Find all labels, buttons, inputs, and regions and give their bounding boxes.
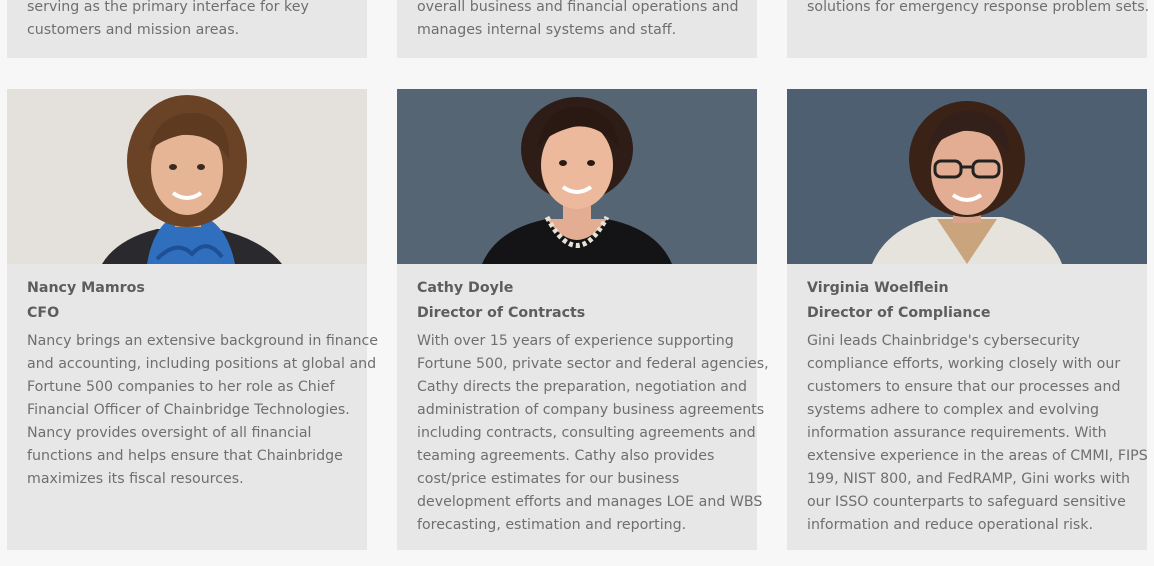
bio-text: overall business and financial operation… [417,0,747,42]
bio-line: maximizes its fiscal resources. [27,471,244,487]
headshot-photo [397,89,757,264]
bio-line: Fortune 500, private sector and federal … [417,356,769,372]
member-title: CFO [27,305,60,321]
bio-line: solutions for emergency response problem… [807,0,1150,15]
bio-line: Nancy provides oversight of all financia… [27,425,312,441]
bio-text: solutions for emergency response problem… [807,0,1150,19]
bio-line: information assurance requirements. With [807,425,1107,441]
bio-line: Cathy directs the preparation, negotiati… [417,379,747,395]
bio-line: teaming agreements. Cathy also provides [417,448,715,464]
team-card-virginia-woelflein: Virginia Woelflein Director of Complianc… [787,89,1148,550]
bio-line: administration of company business agree… [417,402,765,418]
member-info: Nancy Mamros CFO Nancy brings an extensi… [27,276,379,491]
member-bio: Gini leads Chainbridge's cybersecurity c… [807,330,1148,537]
member-info: Virginia Woelflein Director of Complianc… [807,276,1148,537]
bio-line: manages internal systems and staff. [417,22,677,38]
headshot-photo [7,89,367,264]
team-card-top-2: overall business and financial operation… [397,0,757,58]
member-name: Nancy Mamros [27,280,145,296]
bio-line: Financial Officer of Chainbridge Technol… [27,402,350,418]
member-title: Director of Compliance [807,305,991,321]
bio-line: Fortune 500 companies to her role as Chi… [27,379,335,395]
bio-text: serving as the primary interface for key… [27,0,357,42]
bio-line: With over 15 years of experience support… [417,333,734,349]
member-title: Director of Contracts [417,305,586,321]
member-name: Virginia Woelflein [807,280,949,296]
bio-line: overall business and financial operation… [417,0,739,15]
member-bio: With over 15 years of experience support… [417,330,769,537]
member-name: Cathy Doyle [417,280,514,296]
team-card-cathy-doyle: Cathy Doyle Director of Contracts With o… [397,89,769,550]
bio-line: 199, NIST 800, and FedRAMP, Gini works w… [807,471,1131,487]
bio-line: functions and helps ensure that Chainbri… [27,448,343,464]
member-info: Cathy Doyle Director of Contracts With o… [417,276,769,537]
headshot-photo [787,89,1147,264]
bio-line: including contracts, consulting agreemen… [417,425,756,441]
bio-line: Gini leads Chainbridge's cybersecurity [807,333,1080,349]
bio-line: development efforts and manages LOE and … [417,494,763,510]
bio-line: customers and mission areas. [27,22,240,38]
bio-line: systems adhere to complex and evolving [807,402,1100,418]
member-bio: Nancy brings an extensive background in … [27,330,379,491]
bio-line: cost/price estimates for our business [417,471,680,487]
bio-line: customers to ensure that our processes a… [807,379,1121,395]
bio-line: and accounting, including positions at g… [27,356,377,372]
bio-line: Nancy brings an extensive background in … [27,333,379,349]
bio-line: forecasting, estimation and reporting. [417,517,687,533]
bio-line: compliance efforts, working closely with… [807,356,1121,372]
bio-line: serving as the primary interface for key [27,0,309,15]
bio-line: information and reduce operational risk. [807,517,1094,533]
team-card-nancy-mamros: Nancy Mamros CFO Nancy brings an extensi… [7,89,379,550]
team-card-top-3: solutions for emergency response problem… [787,0,1150,58]
bio-line: our ISSO counterparts to safeguard sensi… [807,494,1126,510]
team-card-top-1: serving as the primary interface for key… [7,0,367,58]
bio-line: extensive experience in the areas of CMM… [807,448,1148,464]
